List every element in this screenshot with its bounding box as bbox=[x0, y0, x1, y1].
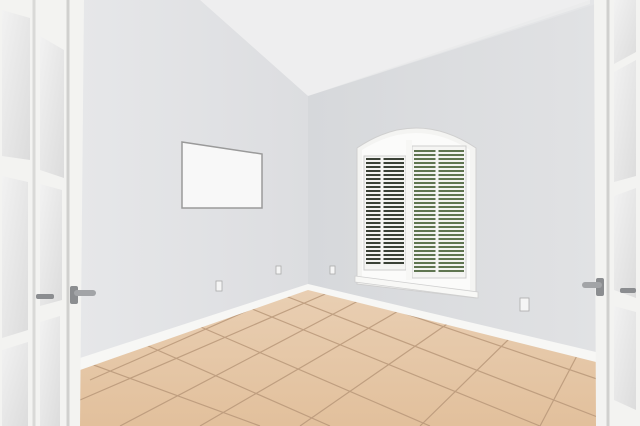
wall-outlet-back bbox=[329, 265, 336, 275]
wall-outlet-right bbox=[519, 297, 530, 312]
door-glass-pane bbox=[614, 60, 636, 182]
whiteboard bbox=[181, 141, 263, 209]
window-shutter-left bbox=[363, 155, 407, 271]
window-shutter-right bbox=[411, 145, 467, 279]
door-glass-pane bbox=[2, 342, 28, 426]
door-glass-pane bbox=[614, 188, 636, 298]
door-glass-pane bbox=[614, 306, 636, 410]
door-glass-pane bbox=[2, 10, 30, 160]
door-glass-pane bbox=[2, 176, 28, 338]
wall-outlet-left bbox=[215, 280, 223, 292]
door-glass-pane bbox=[40, 36, 64, 178]
room-illustration bbox=[0, 0, 640, 426]
arched-window-with-shutters bbox=[354, 127, 479, 299]
room-scene bbox=[0, 0, 640, 426]
door-glass-pane bbox=[40, 184, 62, 306]
wall-outlet-mid bbox=[275, 265, 282, 275]
door-glass-pane bbox=[40, 316, 60, 426]
